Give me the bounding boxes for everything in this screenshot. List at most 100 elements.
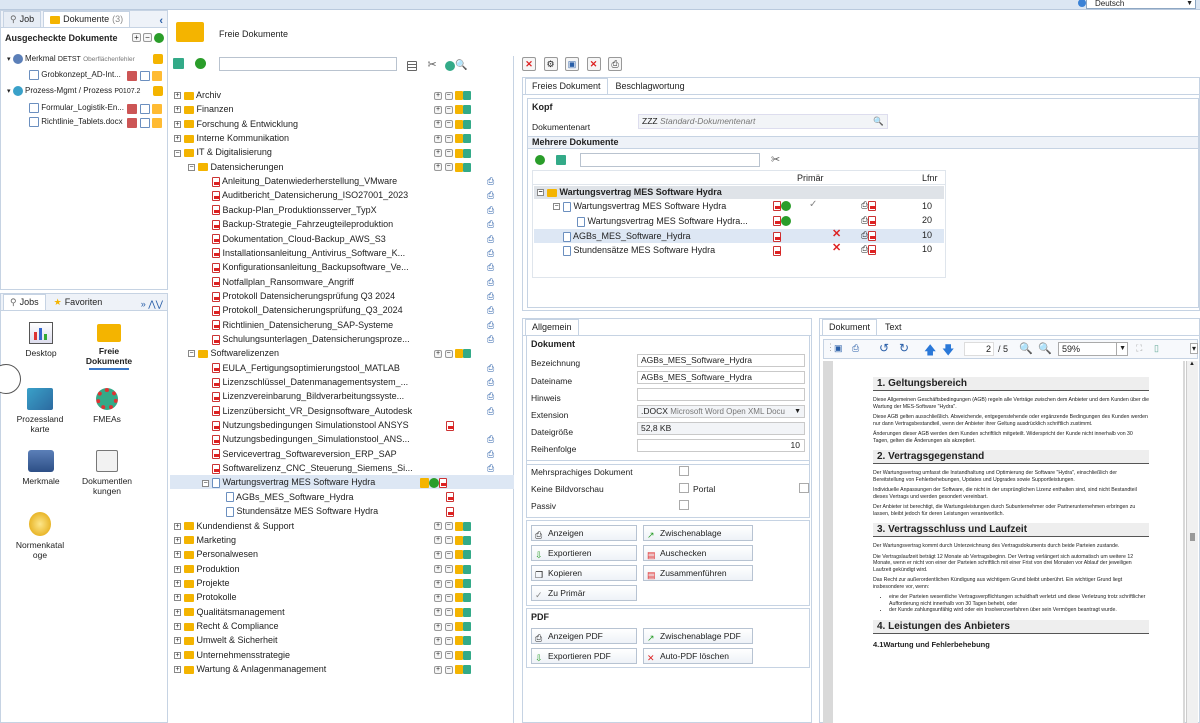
remove-icon[interactable]: ✕ <box>832 241 841 254</box>
tree-folder[interactable]: + Recht & Compliance <box>174 619 279 633</box>
portal-checkbox[interactable] <box>799 483 809 493</box>
folder-add-icon[interactable] <box>455 349 464 359</box>
expand-icon[interactable]: + <box>174 565 181 573</box>
tree-item[interactable]: − Wartungsvertrag MES Software Hydra <box>202 475 375 489</box>
undo-checkout-icon[interactable] <box>152 103 163 114</box>
expand-icon[interactable]: + <box>174 637 181 645</box>
print-icon[interactable]: ⎙ <box>487 377 494 387</box>
expand-icon[interactable]: + <box>174 522 181 530</box>
more-icon[interactable]: » ⋀⋁ <box>141 299 163 310</box>
add-icon[interactable]: + <box>132 33 141 43</box>
auto-pdf-loeschen-button[interactable]: ✕ Auto-PDF löschen <box>643 648 753 664</box>
tree-item[interactable]: EULA_Fertigungsoptimierungstool_MATLAB <box>202 361 400 375</box>
add-icon[interactable]: + <box>434 522 442 531</box>
list-icon[interactable] <box>407 60 417 71</box>
app-fmeas[interactable]: FMEAs <box>79 388 135 424</box>
add-icon[interactable]: + <box>434 120 442 129</box>
list-item[interactable]: ▾ Merkmal DETST Oberflächenfehler <box>7 52 135 66</box>
table-row[interactable]: AGBs_MES_Software_Hydra <box>563 229 691 243</box>
remove-icon[interactable]: − <box>444 550 453 559</box>
add-icon[interactable]: + <box>434 349 442 358</box>
print-icon[interactable]: ⎙ <box>487 291 494 301</box>
tree-item[interactable]: Konfigurationsanleitung_Backupsoftware_V… <box>202 260 409 274</box>
folder-add-icon[interactable] <box>455 636 464 646</box>
print-icon[interactable]: ⎙ <box>608 57 623 71</box>
remove-icon[interactable]: − <box>444 579 453 588</box>
tools-icon[interactable]: ✂ <box>771 153 780 166</box>
print-icon[interactable]: ⎙ <box>487 205 494 215</box>
folder-add-icon[interactable] <box>455 119 464 129</box>
fit-icon[interactable]: ⛶ <box>1136 343 1142 354</box>
print-icon[interactable]: ⎙ <box>487 277 494 287</box>
list-item[interactable]: ▾ Prozess-Mgmt / Prozess P0107.2 <box>7 84 140 98</box>
add-icon[interactable]: + <box>434 665 442 674</box>
cancel-icon[interactable]: ✕ <box>586 57 601 71</box>
expand-icon[interactable]: + <box>174 120 181 128</box>
folder-add-icon[interactable] <box>455 162 464 172</box>
tree-folder[interactable]: + Unternehmensstrategie <box>174 648 290 662</box>
bezeichnung-field[interactable]: AGBs_MES_Software_Hydra <box>637 354 805 367</box>
remove-icon[interactable]: − <box>444 651 453 660</box>
edit-icon[interactable] <box>127 103 137 114</box>
tree-item[interactable]: Backup-Plan_Produktionsserver_TypX <box>202 203 377 217</box>
print-icon[interactable]: ⎙ <box>487 248 494 258</box>
folder-add-icon[interactable] <box>455 607 464 617</box>
tab-freies-dokument[interactable]: Freies Dokument <box>525 78 608 94</box>
app-normenkataloge[interactable]: Normenkataloge <box>9 512 71 560</box>
remove-icon[interactable]: − <box>444 105 453 114</box>
print-icon[interactable]: ⎙ <box>487 234 494 244</box>
new-doc-icon[interactable] <box>463 564 472 574</box>
list-item[interactable]: Formular_Logistik-En... <box>29 101 124 115</box>
new-doc-icon[interactable] <box>463 550 472 560</box>
exportieren-button[interactable]: ⇩ Exportieren <box>531 545 637 561</box>
add-icon[interactable]: + <box>434 636 442 645</box>
tree-folder[interactable]: + Kundendienst & Support <box>174 519 294 533</box>
tab-dokumente[interactable]: Dokumente (3) <box>43 11 131 27</box>
tree-folder[interactable]: + Protokolle <box>174 590 237 604</box>
print-icon[interactable]: ⎙ <box>487 463 494 473</box>
new-doc-icon[interactable] <box>463 665 472 675</box>
table-row[interactable]: − Wartungsvertrag MES Software Hydra <box>553 199 726 213</box>
print-icon[interactable]: ⎙ <box>861 230 868 240</box>
tree-item[interactable]: Schulungsunterlagen_Datensicherungsproze… <box>202 332 410 346</box>
new-doc-icon[interactable] <box>463 91 472 101</box>
mehrsprachig-checkbox[interactable] <box>679 466 689 476</box>
undo-checkout-icon[interactable] <box>152 70 163 81</box>
folder-add-icon[interactable] <box>455 134 464 144</box>
print-icon[interactable]: ⎙ <box>487 406 494 416</box>
new-doc-icon[interactable] <box>173 58 184 70</box>
remove-icon[interactable]: − <box>444 91 453 100</box>
folder-add-icon[interactable] <box>455 593 464 603</box>
tools-icon[interactable]: ✂ <box>428 59 437 71</box>
tree-item[interactable]: Anleitung_Datenwiederherstellung_VMware <box>202 174 397 188</box>
print-icon[interactable]: ⎙ <box>487 190 494 200</box>
checkin-icon[interactable] <box>139 70 150 81</box>
new-doc-icon[interactable] <box>463 148 472 158</box>
folder-add-icon[interactable] <box>455 105 464 115</box>
print-icon[interactable]: ⎙ <box>487 363 494 373</box>
print-icon[interactable]: ⎙ <box>861 244 868 254</box>
app-freie-dokumente[interactable]: Freie Dokumente <box>79 324 139 370</box>
new-doc-icon[interactable] <box>463 119 472 129</box>
tab-jobs[interactable]: ⚲ Jobs <box>3 294 46 310</box>
settings-icon[interactable]: ⚙ <box>543 57 558 71</box>
page-down-icon[interactable]: 🡇 <box>942 341 954 362</box>
tree-folder[interactable]: + Qualitätsmanagement <box>174 605 285 619</box>
tree-item[interactable]: Richtlinien_Datensicherung_SAP-Systeme <box>202 318 393 332</box>
tab-beschlagwortung[interactable]: Beschlagwortung <box>609 78 691 94</box>
app-merkmale[interactable]: Merkmale <box>13 450 69 486</box>
folder-add-icon[interactable] <box>455 521 464 531</box>
print-icon[interactable]: ⎙ <box>487 219 494 229</box>
hinweis-field[interactable] <box>637 388 805 401</box>
tab-job[interactable]: ⚲ Job <box>3 11 42 27</box>
remove-icon[interactable]: − <box>444 149 453 158</box>
primary-check-icon[interactable]: ✓ <box>809 199 817 210</box>
page-input[interactable]: 2 <box>964 342 994 356</box>
tree-folder[interactable]: + Projekte <box>174 576 230 590</box>
tree-item[interactable]: Notfallplan_Ransomware_Angriff <box>202 275 354 289</box>
new-doc-icon[interactable] <box>463 622 472 632</box>
add-icon[interactable]: + <box>434 149 442 158</box>
print-icon[interactable]: ⎙ <box>852 343 859 354</box>
page-up-icon[interactable]: 🡅 <box>924 341 936 362</box>
add-icon[interactable]: + <box>434 593 442 602</box>
